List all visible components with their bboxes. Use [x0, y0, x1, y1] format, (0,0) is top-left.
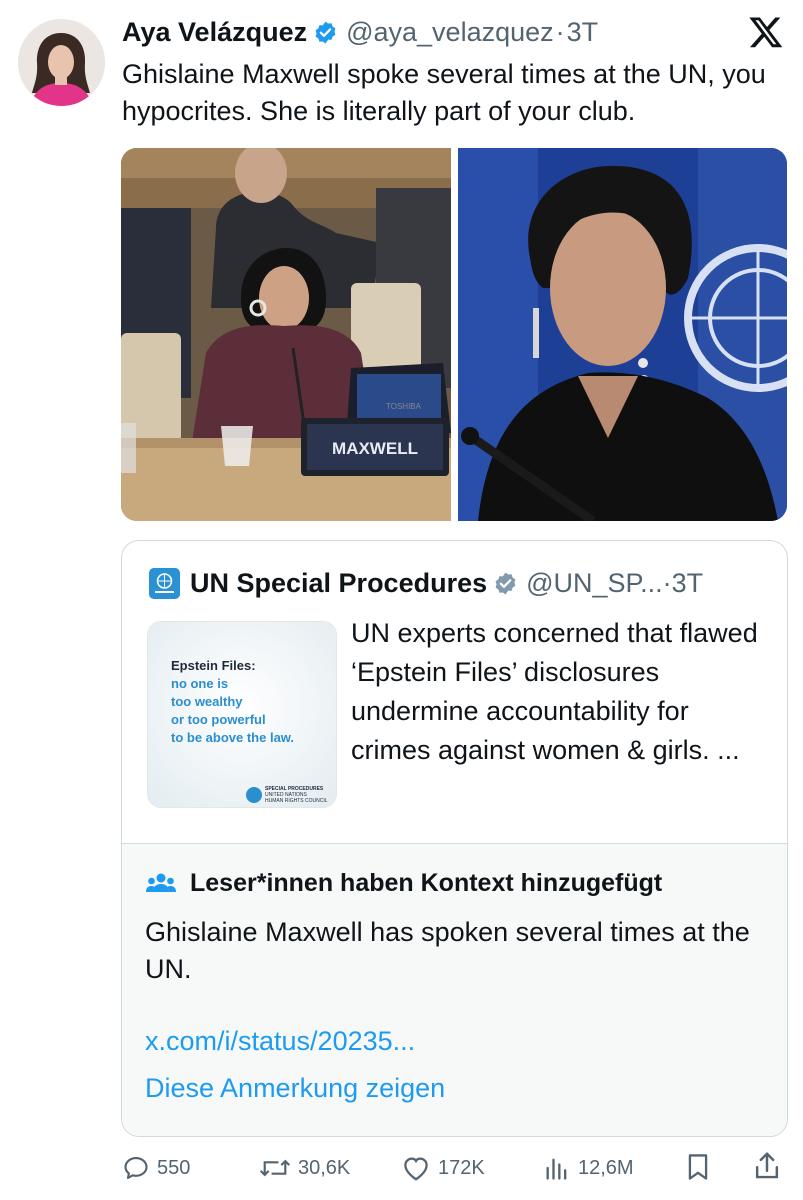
repost-count: 30,6K — [298, 1156, 351, 1179]
share-icon[interactable] — [752, 1150, 782, 1182]
views-button[interactable]: 12,6M — [543, 1148, 634, 1188]
un-logo-icon — [149, 567, 180, 599]
views-chart-icon — [546, 1158, 567, 1180]
epstein-files-graphic: Epstein Files: no one is too wealthy or … — [148, 622, 336, 807]
x-logo-icon — [749, 17, 783, 48]
post-photo-left[interactable]: TOSHIBA MAXWELL — [121, 148, 451, 521]
repost-icon — [259, 1159, 291, 1177]
heart-icon — [404, 1157, 428, 1181]
repost-button[interactable]: 30,6K — [259, 1148, 350, 1188]
quoted-post-image[interactable]: Epstein Files: no one is too wealthy or … — [147, 621, 337, 808]
post-photo-right[interactable] — [458, 148, 787, 521]
verified-badge-icon — [495, 572, 516, 594]
thumb-heading: Epstein Files: — [171, 658, 256, 673]
nameplate-text: MAXWELL — [332, 439, 418, 458]
like-button[interactable]: 172K — [401, 1148, 485, 1188]
author-avatar[interactable] — [18, 19, 105, 106]
community-note-title: Leser*innen haben Kontext hinzugefügt — [190, 869, 663, 897]
thumb-line-3: or too powerful — [171, 712, 266, 727]
laptop-brand: TOSHIBA — [386, 402, 422, 411]
quoted-post-header: UN Special Procedures @UN_SP... · 3T — [149, 563, 703, 603]
separator-dot: · — [555, 16, 565, 47]
thumb-org-3: HUMAN RIGHTS COUNCIL — [265, 798, 328, 804]
author-handle[interactable]: @aya_velazquez — [346, 17, 554, 48]
separator-dot: · — [662, 567, 672, 598]
maxwell-at-un-desk-image: TOSHIBA MAXWELL — [121, 148, 451, 521]
like-count: 172K — [438, 1156, 485, 1179]
quoted-post-card[interactable]: UN Special Procedures @UN_SP... · 3T Eps… — [121, 540, 788, 1137]
community-note-body: Ghislaine Maxwell has spoken several tim… — [145, 917, 750, 984]
quoted-author-handle[interactable]: @UN_SP... — [526, 568, 662, 599]
reply-button[interactable]: 550 — [122, 1148, 190, 1188]
thumb-line-1: no one is — [171, 676, 228, 691]
reply-count: 550 — [157, 1156, 191, 1179]
author-name[interactable]: Aya Velázquez — [122, 17, 307, 48]
maxwell-portrait-image — [458, 148, 787, 521]
bookmark-icon[interactable] — [684, 1152, 712, 1182]
show-note-link[interactable]: Diese Anmerkung zeigen — [145, 1073, 445, 1104]
community-note-source-link[interactable]: x.com/i/status/20235... — [145, 1026, 415, 1057]
thumb-line-4: to be above the law. — [171, 730, 294, 745]
quoted-author-name[interactable]: UN Special Procedures — [190, 568, 487, 599]
post-header: Aya Velázquez @aya_velazquez · 3T — [122, 12, 598, 52]
people-icon — [146, 873, 176, 892]
post-time[interactable]: 3T — [567, 17, 599, 48]
quoted-post-time[interactable]: 3T — [672, 568, 704, 599]
quoted-post-text: UN experts concerned that flawed ‘Epstei… — [351, 618, 758, 765]
reply-icon — [124, 1157, 148, 1179]
verified-badge-icon — [315, 21, 336, 43]
views-count: 12,6M — [578, 1156, 634, 1179]
post-text: Ghislaine Maxwell spoke several times at… — [122, 59, 766, 126]
community-note-header: Leser*innen haben Kontext hinzugefügt — [146, 869, 662, 898]
thumb-line-2: too wealthy — [171, 694, 243, 709]
